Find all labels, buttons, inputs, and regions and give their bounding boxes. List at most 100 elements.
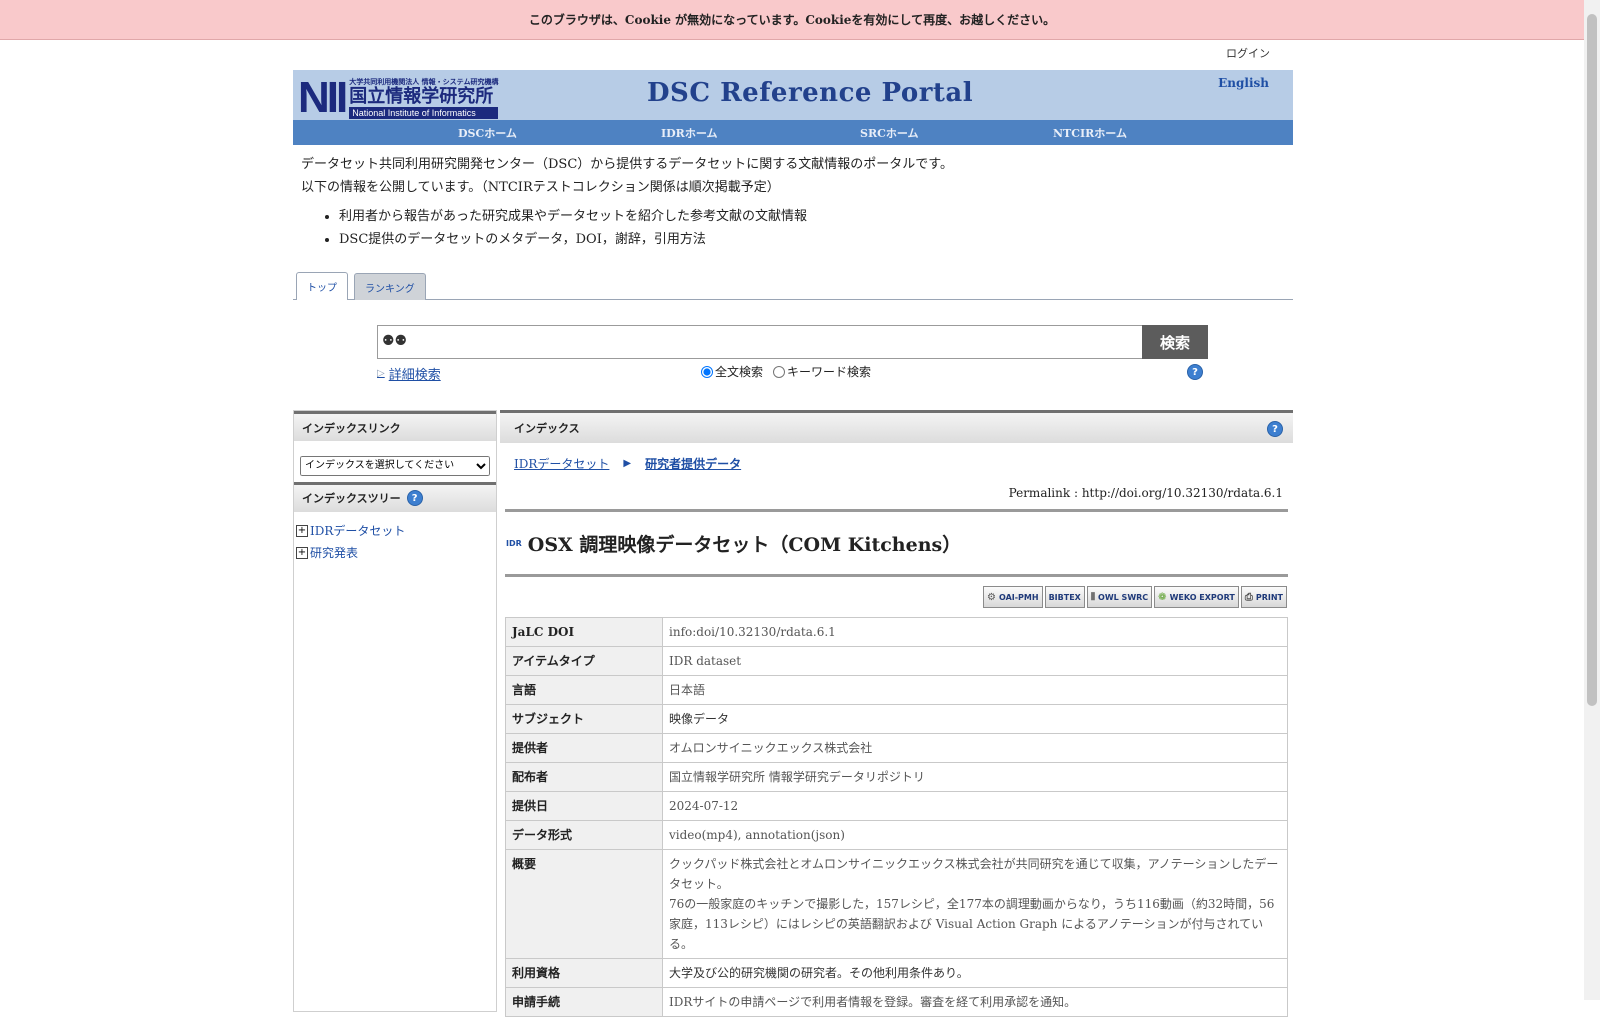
index-panel-title: インデックス bbox=[514, 422, 580, 435]
table-row: サブジェクト 映像データ bbox=[505, 704, 1288, 734]
row-key: 申請手続 bbox=[505, 987, 663, 1017]
row-value: オムロンサイニックエックス株式会社 bbox=[662, 733, 1288, 763]
row-key: 提供者 bbox=[505, 733, 663, 763]
scrollbar-thumb[interactable] bbox=[1587, 14, 1597, 706]
breadcrumb: IDRデータセット ▶ 研究者提供データ bbox=[500, 443, 1293, 483]
index-select-wrap: インデックスを選択してください bbox=[294, 441, 496, 482]
fulltext-radio-option[interactable]: 全文検索 bbox=[701, 363, 763, 380]
sidebar: インデックスリンク インデックスを選択してください インデックスツリー ? + … bbox=[293, 410, 497, 1012]
weko-leaf-icon: ❁ bbox=[1158, 591, 1167, 603]
index-panel-header: インデックス ? bbox=[500, 410, 1293, 443]
row-value: 大学及び公的研究機関の研究者。その他利用条件あり。 bbox=[662, 958, 1288, 988]
tab-ranking[interactable]: ランキング bbox=[354, 273, 426, 300]
owl-swrc-button[interactable]: ⫴ OWL SWRC bbox=[1086, 586, 1153, 608]
search-mode-radios: 全文検索 キーワード検索 bbox=[701, 363, 881, 380]
oai-pmh-button[interactable]: ⚙ OAI-PMH bbox=[983, 586, 1043, 608]
bibtex-button[interactable]: BIBTEX bbox=[1044, 586, 1085, 608]
row-key: 概要 bbox=[505, 849, 663, 959]
row-key: 利用資格 bbox=[505, 958, 663, 988]
intro-section: データセット共同利用研究開発センター（DSC）から提供するデータセットに関する文… bbox=[293, 145, 1293, 251]
english-link[interactable]: English bbox=[1218, 76, 1269, 90]
idr-icon: IDR bbox=[506, 538, 522, 548]
row-value: 日本語 bbox=[662, 675, 1288, 705]
index-help-icon[interactable]: ? bbox=[1267, 421, 1283, 437]
index-tree-help-icon[interactable]: ? bbox=[406, 490, 423, 506]
breadcrumb-researcher-data[interactable]: 研究者提供データ bbox=[645, 455, 741, 472]
tree-item-label[interactable]: IDRデータセット bbox=[310, 522, 405, 539]
index-select[interactable]: インデックスを選択してください bbox=[300, 455, 490, 476]
row-value: info:doi/10.32130/rdata.6.1 bbox=[662, 617, 1288, 647]
summary-paragraph-1: クックパッド株式会社とオムロンサイニックエックス株式会社が共同研究を通じて収集，… bbox=[669, 857, 1279, 891]
breadcrumb-arrow-icon: ▶ bbox=[623, 457, 632, 469]
keyword-radio[interactable] bbox=[773, 365, 786, 378]
login-link[interactable]: ログイン bbox=[1226, 45, 1270, 61]
row-value: 2024-07-12 bbox=[662, 791, 1288, 821]
vertical-scrollbar[interactable] bbox=[1584, 0, 1600, 1000]
expand-plus-icon[interactable]: + bbox=[296, 524, 308, 537]
advanced-search-label: 詳細検索 bbox=[388, 368, 441, 383]
search-box: ⚉⚉ bbox=[377, 325, 1143, 359]
weko-export-label: WEKO EXPORT bbox=[1169, 592, 1235, 602]
tab-top[interactable]: トップ bbox=[296, 272, 348, 300]
table-row: 提供日 2024-07-12 bbox=[505, 791, 1288, 821]
keyword-radio-option[interactable]: キーワード検索 bbox=[773, 363, 871, 380]
export-buttons: ⚙ OAI-PMH BIBTEX ⫴ OWL SWRC ❁ WEKO EXPOR… bbox=[500, 577, 1293, 617]
nii-logo[interactable]: NII 大学共同利用機関法人 情報・システム研究機構 国立情報学研究所 Nati… bbox=[298, 75, 530, 121]
index-tree-title: インデックスツリー bbox=[302, 492, 401, 505]
search-button[interactable]: 検索 bbox=[1142, 325, 1208, 359]
row-key: 言語 bbox=[505, 675, 663, 705]
table-row: データ形式 video(mp4), annotation(json) bbox=[505, 820, 1288, 850]
page-container: NII 大学共同利用機関法人 情報・システム研究機構 国立情報学研究所 Nati… bbox=[293, 70, 1293, 400]
breadcrumb-idr-dataset[interactable]: IDRデータセット bbox=[514, 455, 609, 472]
table-row: 配布者 国立情報学研究所 情報学研究データリポジトリ bbox=[505, 762, 1288, 792]
index-tree: + IDRデータセット + 研究発表 bbox=[294, 512, 496, 572]
tree-item-research-presentation[interactable]: + 研究発表 bbox=[296, 542, 494, 564]
table-row: 概要 クックパッド株式会社とオムロンサイニックエックス株式会社が共同研究を通じて… bbox=[505, 849, 1288, 959]
nav-ntcir-home[interactable]: NTCIRホーム bbox=[1053, 125, 1127, 141]
intro-list: 利用者から報告があった研究成果やデータセットを紹介した参考文献の文献情報 DSC… bbox=[301, 205, 1285, 251]
tree-item-label[interactable]: 研究発表 bbox=[310, 544, 358, 561]
table-row: 利用資格 大学及び公的研究機関の研究者。その他利用条件あり。 bbox=[505, 958, 1288, 988]
intro-bullet: 利用者から報告があった研究成果やデータセットを紹介した参考文献の文献情報 bbox=[339, 205, 1285, 228]
weko-export-button[interactable]: ❁ WEKO EXPORT bbox=[1154, 586, 1239, 608]
triangle-right-icon: ▷ bbox=[377, 368, 385, 379]
intro-line-1: データセット共同利用研究開発センター（DSC）から提供するデータセットに関する文… bbox=[301, 157, 953, 172]
row-value: IDR dataset bbox=[662, 646, 1288, 676]
nav-idr-home[interactable]: IDRホーム bbox=[661, 125, 718, 141]
owl-swrc-label: OWL SWRC bbox=[1098, 592, 1149, 602]
row-value: video(mp4), annotation(json) bbox=[662, 820, 1288, 850]
item-title: IDR OSX 調理映像データセット（COM Kitchens） bbox=[500, 512, 1293, 574]
expand-plus-icon[interactable]: + bbox=[296, 546, 308, 559]
row-key: アイテムタイプ bbox=[505, 646, 663, 676]
permalink: Permalink : http://doi.org/10.32130/rdat… bbox=[1008, 486, 1283, 500]
cookie-warning-text: このブラウザは、Cookie が無効になっています。Cookieを有効にして再度… bbox=[528, 13, 1056, 27]
nav-src-home[interactable]: SRCホーム bbox=[860, 125, 919, 141]
index-tree-header: インデックスツリー ? bbox=[294, 481, 496, 512]
search-section: ⚉⚉ 検索 ▷ 詳細検索 全文検索 キーワード検索 ? bbox=[293, 300, 1293, 400]
row-key: 配布者 bbox=[505, 762, 663, 792]
nav-dsc-home[interactable]: DSCホーム bbox=[458, 125, 517, 141]
intro-line-2: 以下の情報を公開しています。（NTCIRテストコレクション関係は順次掲載予定） bbox=[301, 180, 780, 195]
index-link-title: インデックスリンク bbox=[294, 411, 496, 441]
cookie-warning-banner: このブラウザは、Cookie が無効になっています。Cookieを有効にして再度… bbox=[0, 0, 1584, 40]
intro-bullet: DSC提供のデータセットのメタデータ，DOI，謝辞，引用方法 bbox=[339, 228, 1285, 251]
fulltext-radio[interactable] bbox=[701, 365, 713, 378]
oai-pmh-label: OAI-PMH bbox=[998, 592, 1039, 602]
search-input[interactable] bbox=[402, 329, 1136, 355]
table-row: 言語 日本語 bbox=[505, 675, 1288, 705]
row-key: JaLC DOI bbox=[505, 617, 663, 647]
advanced-search-link[interactable]: ▷ 詳細検索 bbox=[377, 364, 441, 383]
tab-bar: トップ ランキング bbox=[293, 269, 1293, 300]
row-value: 映像データ bbox=[662, 704, 1288, 734]
item-title-text: OSX 調理映像データセット（COM Kitchens） bbox=[527, 533, 962, 556]
print-label: PRINT bbox=[1255, 592, 1283, 602]
header-banner: NII 大学共同利用機関法人 情報・システム研究機構 国立情報学研究所 Nati… bbox=[293, 70, 1293, 120]
print-button[interactable]: ⎙ PRINT bbox=[1240, 586, 1287, 608]
portal-title: DSC Reference Portal bbox=[647, 78, 974, 108]
table-row: アイテムタイプ IDR dataset bbox=[505, 646, 1288, 676]
row-key: 提供日 bbox=[505, 791, 663, 821]
gear-icon: ⚙ bbox=[987, 591, 996, 603]
table-row: 申請手続 IDRサイトの申請ページで利用者情報を登録。審査を経て利用承認を通知。 bbox=[505, 987, 1288, 1017]
search-help-icon[interactable]: ? bbox=[1187, 364, 1203, 380]
tree-item-idr-dataset[interactable]: + IDRデータセット bbox=[296, 520, 494, 542]
